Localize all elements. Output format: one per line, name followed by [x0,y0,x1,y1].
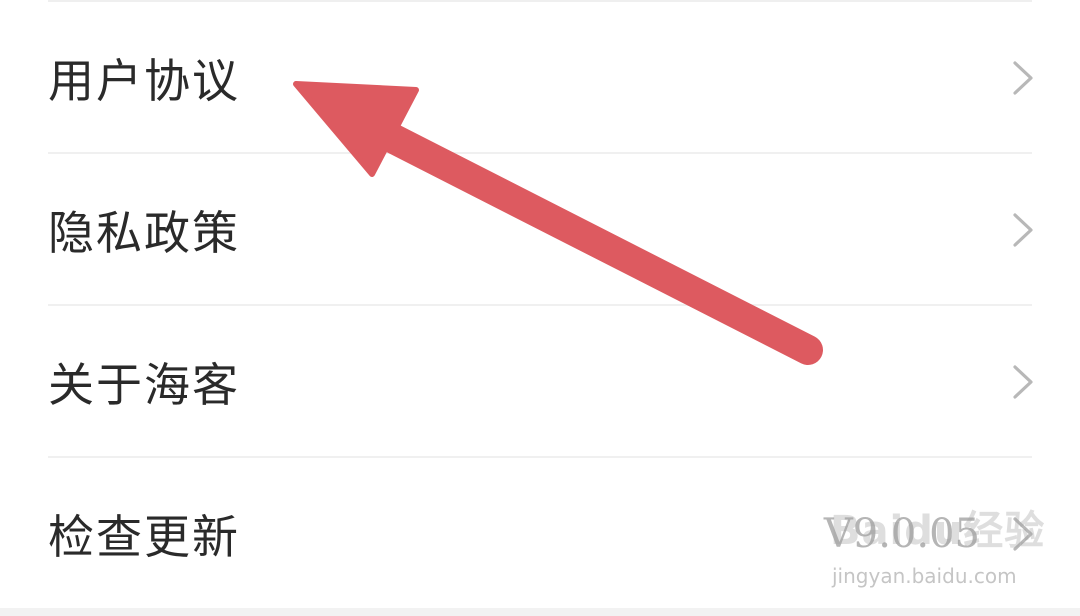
version-value: V9.0.05 [823,511,980,557]
settings-item-check-update[interactable]: 检查更新 V9.0.05 [0,458,1080,610]
bottom-separator [0,608,1080,616]
chevron-right-icon [1013,517,1033,551]
chevron-right-icon [1013,213,1033,247]
settings-item-label: 隐私政策 [48,206,240,260]
settings-item-about[interactable]: 关于海客 [0,306,1080,458]
settings-item-label: 用户协议 [48,54,240,108]
settings-item-label: 关于海客 [48,358,240,412]
settings-item-label: 检查更新 [48,510,240,564]
settings-list: 用户协议 隐私政策 关于海客 检查更新 V9.0.05 [0,0,1080,610]
chevron-right-icon [1013,61,1033,95]
settings-item-privacy-policy[interactable]: 隐私政策 [0,154,1080,306]
chevron-right-icon [1013,365,1033,399]
settings-item-user-agreement[interactable]: 用户协议 [0,2,1080,154]
